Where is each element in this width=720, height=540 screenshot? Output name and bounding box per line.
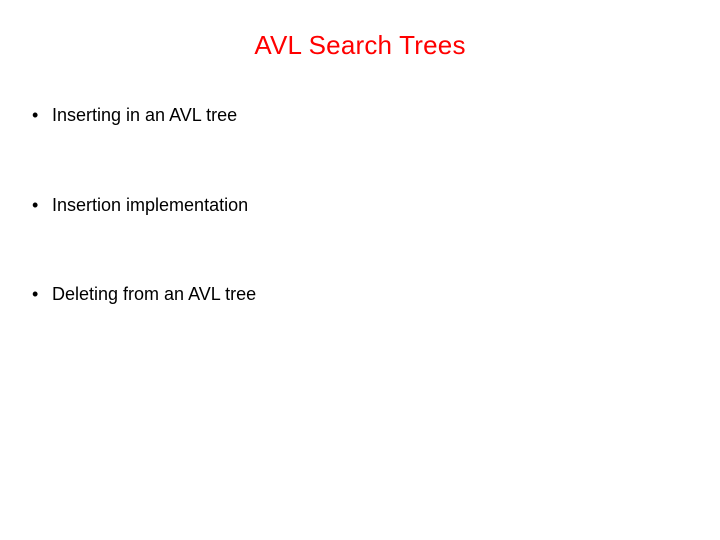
bullet-list: Inserting in an AVL tree Insertion imple… <box>28 105 692 306</box>
list-item: Insertion implementation <box>28 195 692 217</box>
list-item: Deleting from an AVL tree <box>28 284 692 306</box>
list-item: Inserting in an AVL tree <box>28 105 692 127</box>
slide-title: AVL Search Trees <box>28 30 692 61</box>
slide-container: AVL Search Trees Inserting in an AVL tre… <box>0 0 720 540</box>
